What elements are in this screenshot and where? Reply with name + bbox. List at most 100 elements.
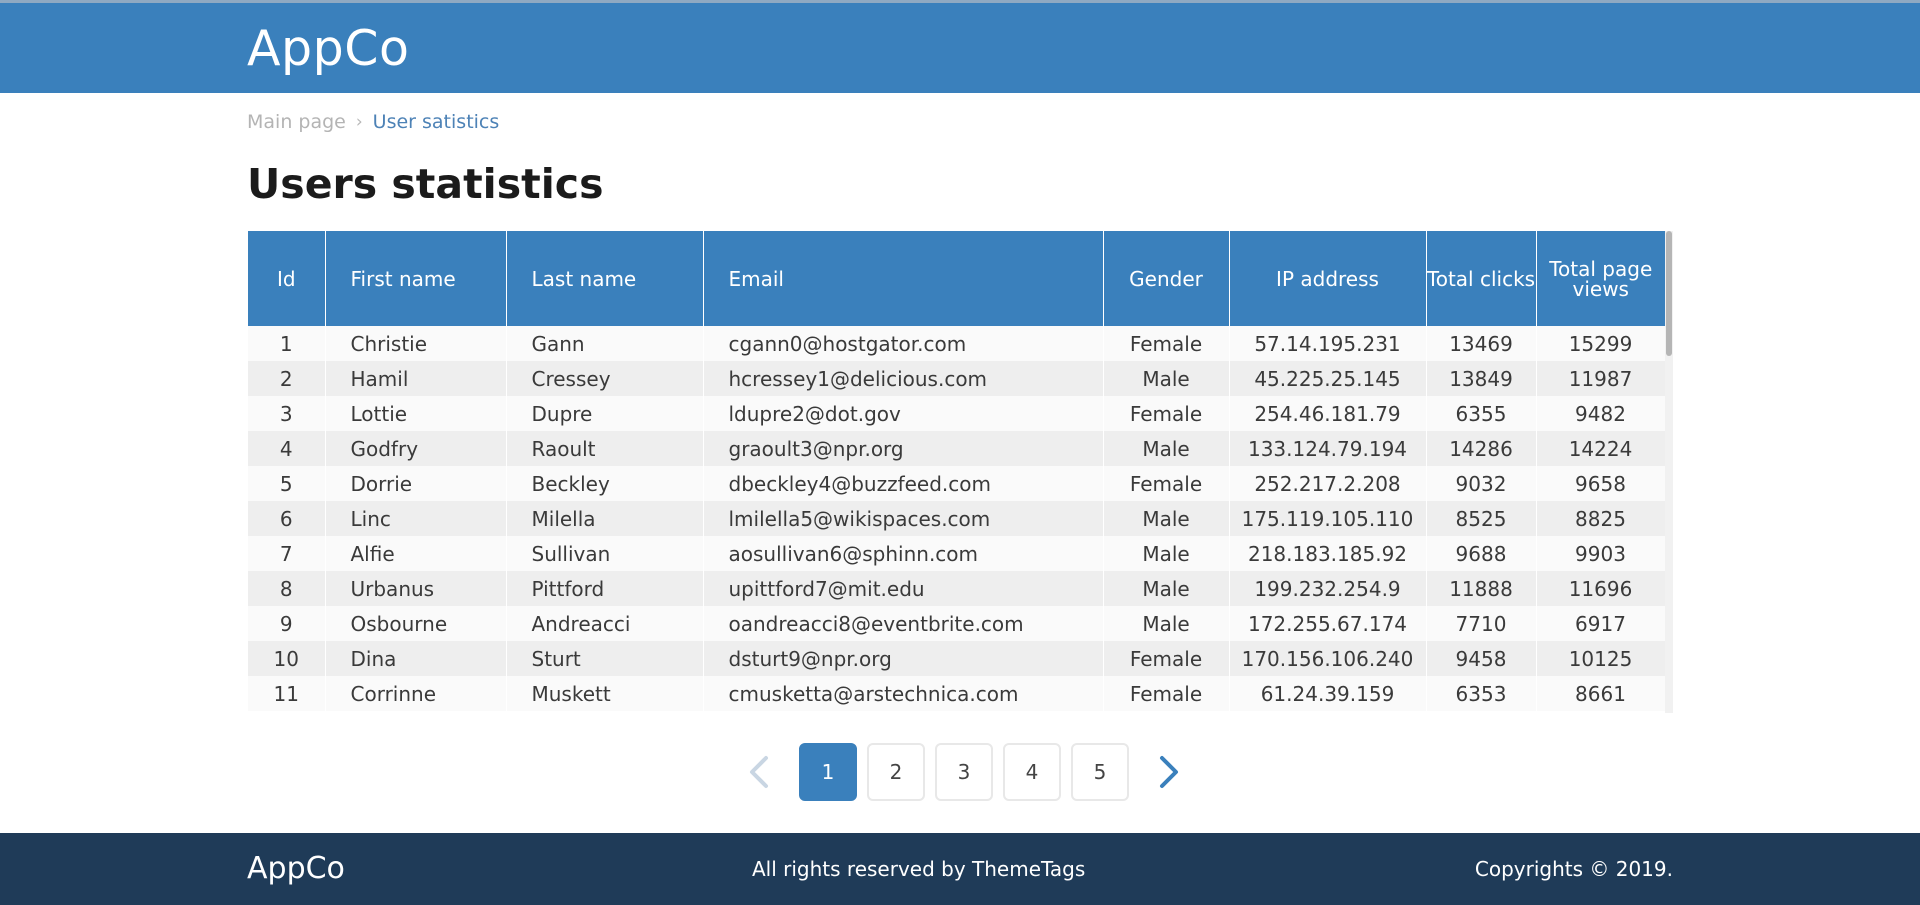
cell-last-name: Sullivan bbox=[506, 536, 704, 571]
cell-ip-address: 170.156.106.240 bbox=[1229, 641, 1427, 676]
cell-total-page-views: 8661 bbox=[1536, 676, 1666, 711]
cell-gender: Male bbox=[1103, 606, 1230, 641]
cell-total-page-views: 14224 bbox=[1536, 431, 1666, 466]
cell-id: 11 bbox=[248, 676, 326, 711]
table-row[interactable]: 2 Hamil Cressey hcressey1@delicious.com Male… bbox=[248, 361, 1666, 396]
cell-gender: Female bbox=[1103, 676, 1230, 711]
col-header-ip-address[interactable]: IP address bbox=[1229, 231, 1427, 326]
cell-first-name: Godfry bbox=[325, 431, 507, 466]
page-button-1[interactable]: 1 bbox=[799, 743, 857, 801]
cell-first-name: Urbanus bbox=[325, 571, 507, 606]
chevron-left-icon[interactable] bbox=[730, 743, 788, 801]
col-header-gender[interactable]: Gender bbox=[1103, 231, 1230, 326]
cell-ip-address: 175.119.105.110 bbox=[1229, 501, 1427, 536]
col-header-total-clicks[interactable]: Total clicks bbox=[1426, 231, 1537, 326]
table-row[interactable]: 1 Christie Gann cgann0@hostgator.com Female 5… bbox=[248, 326, 1666, 361]
cell-total-clicks: 8525 bbox=[1426, 501, 1537, 536]
cell-id: 9 bbox=[248, 606, 326, 641]
cell-total-page-views: 9482 bbox=[1536, 396, 1666, 431]
cell-email: oandreacci8@eventbrite.com bbox=[703, 606, 1104, 641]
pagination: 1 2 3 4 5 bbox=[730, 743, 1198, 801]
footer-brand-logo[interactable]: AppCo bbox=[247, 851, 345, 886]
page-button-3[interactable]: 3 bbox=[935, 743, 993, 801]
cell-ip-address: 252.217.2.208 bbox=[1229, 466, 1427, 501]
cell-ip-address: 172.255.67.174 bbox=[1229, 606, 1427, 641]
cell-total-clicks: 9032 bbox=[1426, 466, 1537, 501]
col-header-email[interactable]: Email bbox=[703, 231, 1104, 326]
cell-last-name: Beckley bbox=[506, 466, 704, 501]
table-scrollbar[interactable] bbox=[1665, 231, 1673, 713]
col-header-total-page-views[interactable]: Total page views bbox=[1536, 231, 1665, 326]
table-row[interactable]: 11 Corrinne Muskett cmusketta@arstechnica.c… bbox=[248, 676, 1666, 711]
table-body: 1 Christie Gann cgann0@hostgator.com Female 5… bbox=[248, 326, 1666, 711]
cell-id: 8 bbox=[248, 571, 326, 606]
cell-last-name: Dupre bbox=[506, 396, 704, 431]
cell-gender: Male bbox=[1103, 431, 1230, 466]
cell-total-clicks: 11888 bbox=[1426, 571, 1537, 606]
chevron-right-icon[interactable] bbox=[1140, 743, 1198, 801]
cell-gender: Female bbox=[1103, 641, 1230, 676]
table-row[interactable]: 8 Urbanus Pittford upittford7@mit.edu Male 19… bbox=[248, 571, 1666, 606]
cell-id: 10 bbox=[248, 641, 326, 676]
cell-last-name: Milella bbox=[506, 501, 704, 536]
cell-first-name: Osbourne bbox=[325, 606, 507, 641]
page-title: Users statistics bbox=[247, 160, 604, 208]
cell-last-name: Gann bbox=[506, 326, 704, 361]
cell-first-name: Lottie bbox=[325, 396, 507, 431]
col-header-id[interactable]: Id bbox=[248, 231, 326, 326]
cell-first-name: Corrinne bbox=[325, 676, 507, 711]
brand-logo[interactable]: AppCo bbox=[247, 20, 409, 77]
cell-ip-address: 218.183.185.92 bbox=[1229, 536, 1427, 571]
col-header-first-name[interactable]: First name bbox=[325, 231, 507, 326]
breadcrumb-separator-icon: › bbox=[355, 112, 363, 132]
table-row[interactable]: 6 Linc Milella lmilella5@wikispaces.com Male… bbox=[248, 501, 1666, 536]
cell-ip-address: 133.124.79.194 bbox=[1229, 431, 1427, 466]
cell-total-clicks: 14286 bbox=[1426, 431, 1537, 466]
table-row[interactable]: 9 Osbourne Andreacci oandreacci8@eventbrite… bbox=[248, 606, 1666, 641]
cell-gender: Female bbox=[1103, 326, 1230, 361]
cell-total-page-views: 11696 bbox=[1536, 571, 1666, 606]
cell-last-name: Raoult bbox=[506, 431, 704, 466]
page-button-2[interactable]: 2 bbox=[867, 743, 925, 801]
cell-ip-address: 61.24.39.159 bbox=[1229, 676, 1427, 711]
cell-first-name: Dina bbox=[325, 641, 507, 676]
cell-gender: Female bbox=[1103, 466, 1230, 501]
cell-total-page-views: 11987 bbox=[1536, 361, 1666, 396]
table-scrollbar-thumb[interactable] bbox=[1666, 231, 1672, 356]
table-row[interactable]: 10 Dina Sturt dsturt9@npr.org Female 170.156.… bbox=[248, 641, 1666, 676]
cell-ip-address: 45.225.25.145 bbox=[1229, 361, 1427, 396]
table-row[interactable]: 3 Lottie Dupre ldupre2@dot.gov Female 254.46.… bbox=[248, 396, 1666, 431]
cell-gender: Male bbox=[1103, 361, 1230, 396]
cell-last-name: Muskett bbox=[506, 676, 704, 711]
site-footer: AppCo All rights reserved by ThemeTags C… bbox=[0, 833, 1920, 905]
cell-email: cmusketta@arstechnica.com bbox=[703, 676, 1104, 711]
cell-total-page-views: 6917 bbox=[1536, 606, 1666, 641]
site-header: AppCo bbox=[0, 0, 1920, 93]
users-table-container[interactable]: Id First name Last name Email Gender IP … bbox=[248, 231, 1673, 713]
cell-email: dsturt9@npr.org bbox=[703, 641, 1104, 676]
cell-total-page-views: 10125 bbox=[1536, 641, 1666, 676]
breadcrumb: Main page › User satistics bbox=[247, 111, 499, 133]
cell-gender: Female bbox=[1103, 396, 1230, 431]
breadcrumb-current: User satistics bbox=[372, 111, 500, 133]
cell-email: cgann0@hostgator.com bbox=[703, 326, 1104, 361]
cell-email: lmilella5@wikispaces.com bbox=[703, 501, 1104, 536]
cell-last-name: Pittford bbox=[506, 571, 704, 606]
cell-total-page-views: 9658 bbox=[1536, 466, 1666, 501]
table-row[interactable]: 7 Alfie Sullivan aosullivan6@sphinn.com Male… bbox=[248, 536, 1666, 571]
breadcrumb-home-link[interactable]: Main page bbox=[247, 111, 346, 133]
cell-ip-address: 199.232.254.9 bbox=[1229, 571, 1427, 606]
cell-id: 7 bbox=[248, 536, 326, 571]
cell-last-name: Cressey bbox=[506, 361, 704, 396]
cell-gender: Male bbox=[1103, 571, 1230, 606]
page-button-5[interactable]: 5 bbox=[1071, 743, 1129, 801]
cell-email: graoult3@npr.org bbox=[703, 431, 1104, 466]
footer-copyright-text: Copyrights © 2019. bbox=[1474, 857, 1673, 881]
table-row[interactable]: 5 Dorrie Beckley dbeckley4@buzzfeed.com Fema… bbox=[248, 466, 1666, 501]
page-button-4[interactable]: 4 bbox=[1003, 743, 1061, 801]
cell-total-page-views: 8825 bbox=[1536, 501, 1666, 536]
col-header-last-name[interactable]: Last name bbox=[506, 231, 704, 326]
table-row[interactable]: 4 Godfry Raoult graoult3@npr.org Male 133.124… bbox=[248, 431, 1666, 466]
cell-first-name: Dorrie bbox=[325, 466, 507, 501]
cell-total-clicks: 9458 bbox=[1426, 641, 1537, 676]
